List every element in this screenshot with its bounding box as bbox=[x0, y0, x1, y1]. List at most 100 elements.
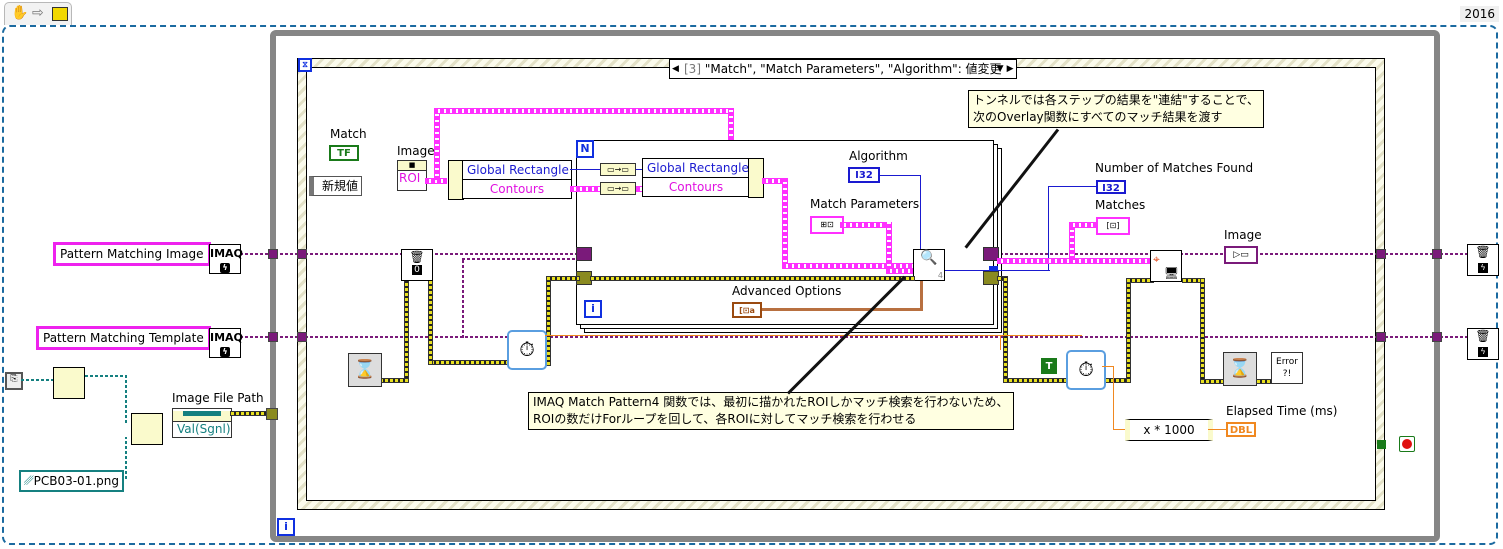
event-tunnel bbox=[1376, 249, 1386, 259]
match-pattern-comment: IMAQ Match Pattern4 関数では、最初に描かれたROIしかマッチ… bbox=[528, 392, 1014, 430]
error-bolt-icon: ϟ bbox=[220, 347, 230, 357]
toolbar-tab: ✋ ⇨ bbox=[4, 2, 72, 25]
path-wire bbox=[85, 375, 125, 377]
new-value-node[interactable]: 新規値 bbox=[309, 176, 363, 196]
imaq-overlay-roi[interactable]: ⌖ 🖥 bbox=[1150, 250, 1182, 282]
match-params-wire bbox=[886, 268, 914, 274]
acquire-semaphore-icon[interactable]: ⌛ bbox=[348, 353, 382, 387]
event-timeout-terminal: ⧖ bbox=[298, 58, 312, 72]
release-semaphore-icon[interactable]: ⌛ bbox=[1223, 352, 1257, 386]
for-count-terminal: N bbox=[576, 140, 594, 158]
imaq-match-pattern-4[interactable]: 🔍 4 bbox=[913, 249, 945, 281]
stop-tunnel bbox=[1377, 440, 1386, 449]
while-tunnel bbox=[268, 332, 278, 342]
crosshair-icon: ⌖ bbox=[1153, 252, 1160, 266]
num-matches-indicator: I32 bbox=[1096, 180, 1126, 194]
trash-icon: 🗑 bbox=[1475, 245, 1491, 259]
algorithm-label: Algorithm bbox=[849, 149, 908, 163]
matches-wire bbox=[1069, 222, 1096, 228]
multiply-expression-node[interactable]: x * 1000 bbox=[1125, 419, 1213, 441]
num-matches-wire bbox=[1048, 186, 1096, 187]
while-tunnel bbox=[1432, 332, 1442, 342]
while-tunnel bbox=[1432, 249, 1442, 259]
imaq-dispose-template[interactable]: 🗑 ϟ bbox=[1467, 328, 1499, 360]
match-params-wire bbox=[840, 222, 890, 228]
image-display-indicator: ▷▭ bbox=[1224, 246, 1258, 264]
current-vi-path-icon[interactable]: ⎘ bbox=[5, 372, 23, 390]
match-terminal[interactable]: TF bbox=[329, 145, 359, 161]
roi-wire bbox=[434, 108, 732, 114]
algorithm-terminal[interactable]: I32 bbox=[848, 167, 880, 183]
error-wire bbox=[1126, 278, 1131, 383]
for-iteration-terminal: i bbox=[584, 300, 602, 318]
stop-terminal[interactable] bbox=[1399, 436, 1415, 452]
bundle-by-name-roi[interactable]: Global Rectangle Contours bbox=[642, 158, 750, 197]
image-file-path-property-node[interactable]: Val(Sgnl) bbox=[172, 408, 232, 438]
true-constant[interactable]: T bbox=[1041, 358, 1057, 374]
magnifier-icon: 🔍 bbox=[920, 250, 938, 266]
template-wire bbox=[462, 258, 578, 260]
match-label: Match bbox=[330, 127, 367, 141]
while-tunnel bbox=[266, 408, 278, 420]
unbundle-by-name-roi[interactable]: Global Rectangle Contours bbox=[462, 160, 572, 199]
display-icon: 🖥 bbox=[1163, 266, 1179, 280]
image-file-path-label: Image File Path bbox=[172, 391, 264, 405]
matches-indicator: [⊡] bbox=[1096, 217, 1130, 235]
arrow-icon[interactable]: ⇨ bbox=[32, 5, 44, 21]
trash-icon: 🗑 bbox=[409, 250, 425, 264]
path-wire bbox=[125, 375, 127, 423]
event-case-selector[interactable]: ◀ [3] "Match", "Match Parameters", "Algo… bbox=[669, 59, 1017, 79]
error-wire bbox=[590, 276, 915, 281]
error-wire bbox=[379, 378, 409, 383]
strip-path-function[interactable] bbox=[53, 367, 85, 399]
elapsed-wire bbox=[1000, 335, 1001, 350]
tick-count-end-icon[interactable]: ⏱ bbox=[1066, 350, 1106, 390]
algorithm-wire bbox=[880, 175, 920, 176]
tick-count-start-icon[interactable]: ⏱ bbox=[507, 330, 547, 370]
event-tunnel bbox=[297, 332, 307, 342]
roi-wire bbox=[782, 178, 788, 266]
pattern-matching-image-constant[interactable]: Pattern Matching Image bbox=[53, 242, 211, 266]
prev-case-icon[interactable]: ◀ bbox=[672, 60, 679, 78]
elapsed-wire bbox=[1113, 366, 1114, 429]
imaq-create-template[interactable]: IMAQ ϟ bbox=[209, 328, 243, 358]
dropdown-icon[interactable]: ▼ bbox=[997, 60, 1004, 78]
elapsed-time-indicator: DBL bbox=[1226, 422, 1256, 437]
imaq-dispose-image[interactable]: 🗑 ϟ bbox=[1467, 244, 1499, 276]
error-wire bbox=[1200, 278, 1205, 383]
simple-error-handler[interactable]: Error ?! bbox=[1271, 352, 1303, 384]
next-case-icon[interactable]: ▶ bbox=[1007, 60, 1014, 78]
build-path-function[interactable] bbox=[131, 413, 163, 445]
error-wire bbox=[428, 280, 433, 365]
match-parameters-terminal[interactable]: ⊞⊡ bbox=[810, 216, 844, 234]
advanced-options-terminal[interactable]: [⊡a bbox=[732, 302, 762, 318]
error-bolt-icon: ϟ bbox=[1478, 263, 1488, 273]
path-wire bbox=[21, 379, 54, 381]
path-wire bbox=[125, 437, 127, 479]
error-bolt-icon: ϟ bbox=[1478, 347, 1488, 357]
hand-icon[interactable]: ✋ bbox=[11, 5, 28, 21]
template-wire bbox=[462, 258, 464, 338]
elapsed-wire bbox=[1208, 429, 1226, 430]
file-name-constant[interactable]: ␥PCB03-01.png bbox=[19, 470, 124, 492]
error-wire bbox=[404, 280, 409, 382]
imaq-dispose-overlay[interactable]: 🗑 0 bbox=[401, 249, 433, 281]
index-array-node: ▭→▭ bbox=[600, 182, 636, 195]
image-roi-property-node[interactable]: ■ ROI bbox=[397, 160, 427, 191]
event-tunnel bbox=[297, 249, 307, 259]
trash-icon: 🗑 bbox=[1475, 329, 1491, 343]
elapsed-wire bbox=[1113, 429, 1125, 430]
elapsed-wire bbox=[1000, 335, 1082, 336]
shift-register-left bbox=[576, 247, 592, 261]
advanced-options-wire bbox=[920, 281, 923, 311]
vi-icon[interactable] bbox=[52, 7, 68, 21]
index-array-node: ▭→▭ bbox=[600, 163, 636, 176]
matches-wire bbox=[997, 258, 1153, 264]
error-wire bbox=[1003, 276, 1008, 382]
image-output-label: Image bbox=[1224, 228, 1262, 242]
imaq-create-image[interactable]: IMAQ ϟ bbox=[209, 244, 243, 274]
event-tunnel bbox=[1376, 332, 1386, 342]
pattern-matching-template-constant[interactable]: Pattern Matching Template bbox=[36, 326, 211, 350]
image-label: Image bbox=[397, 144, 435, 158]
error-wire bbox=[430, 360, 512, 365]
